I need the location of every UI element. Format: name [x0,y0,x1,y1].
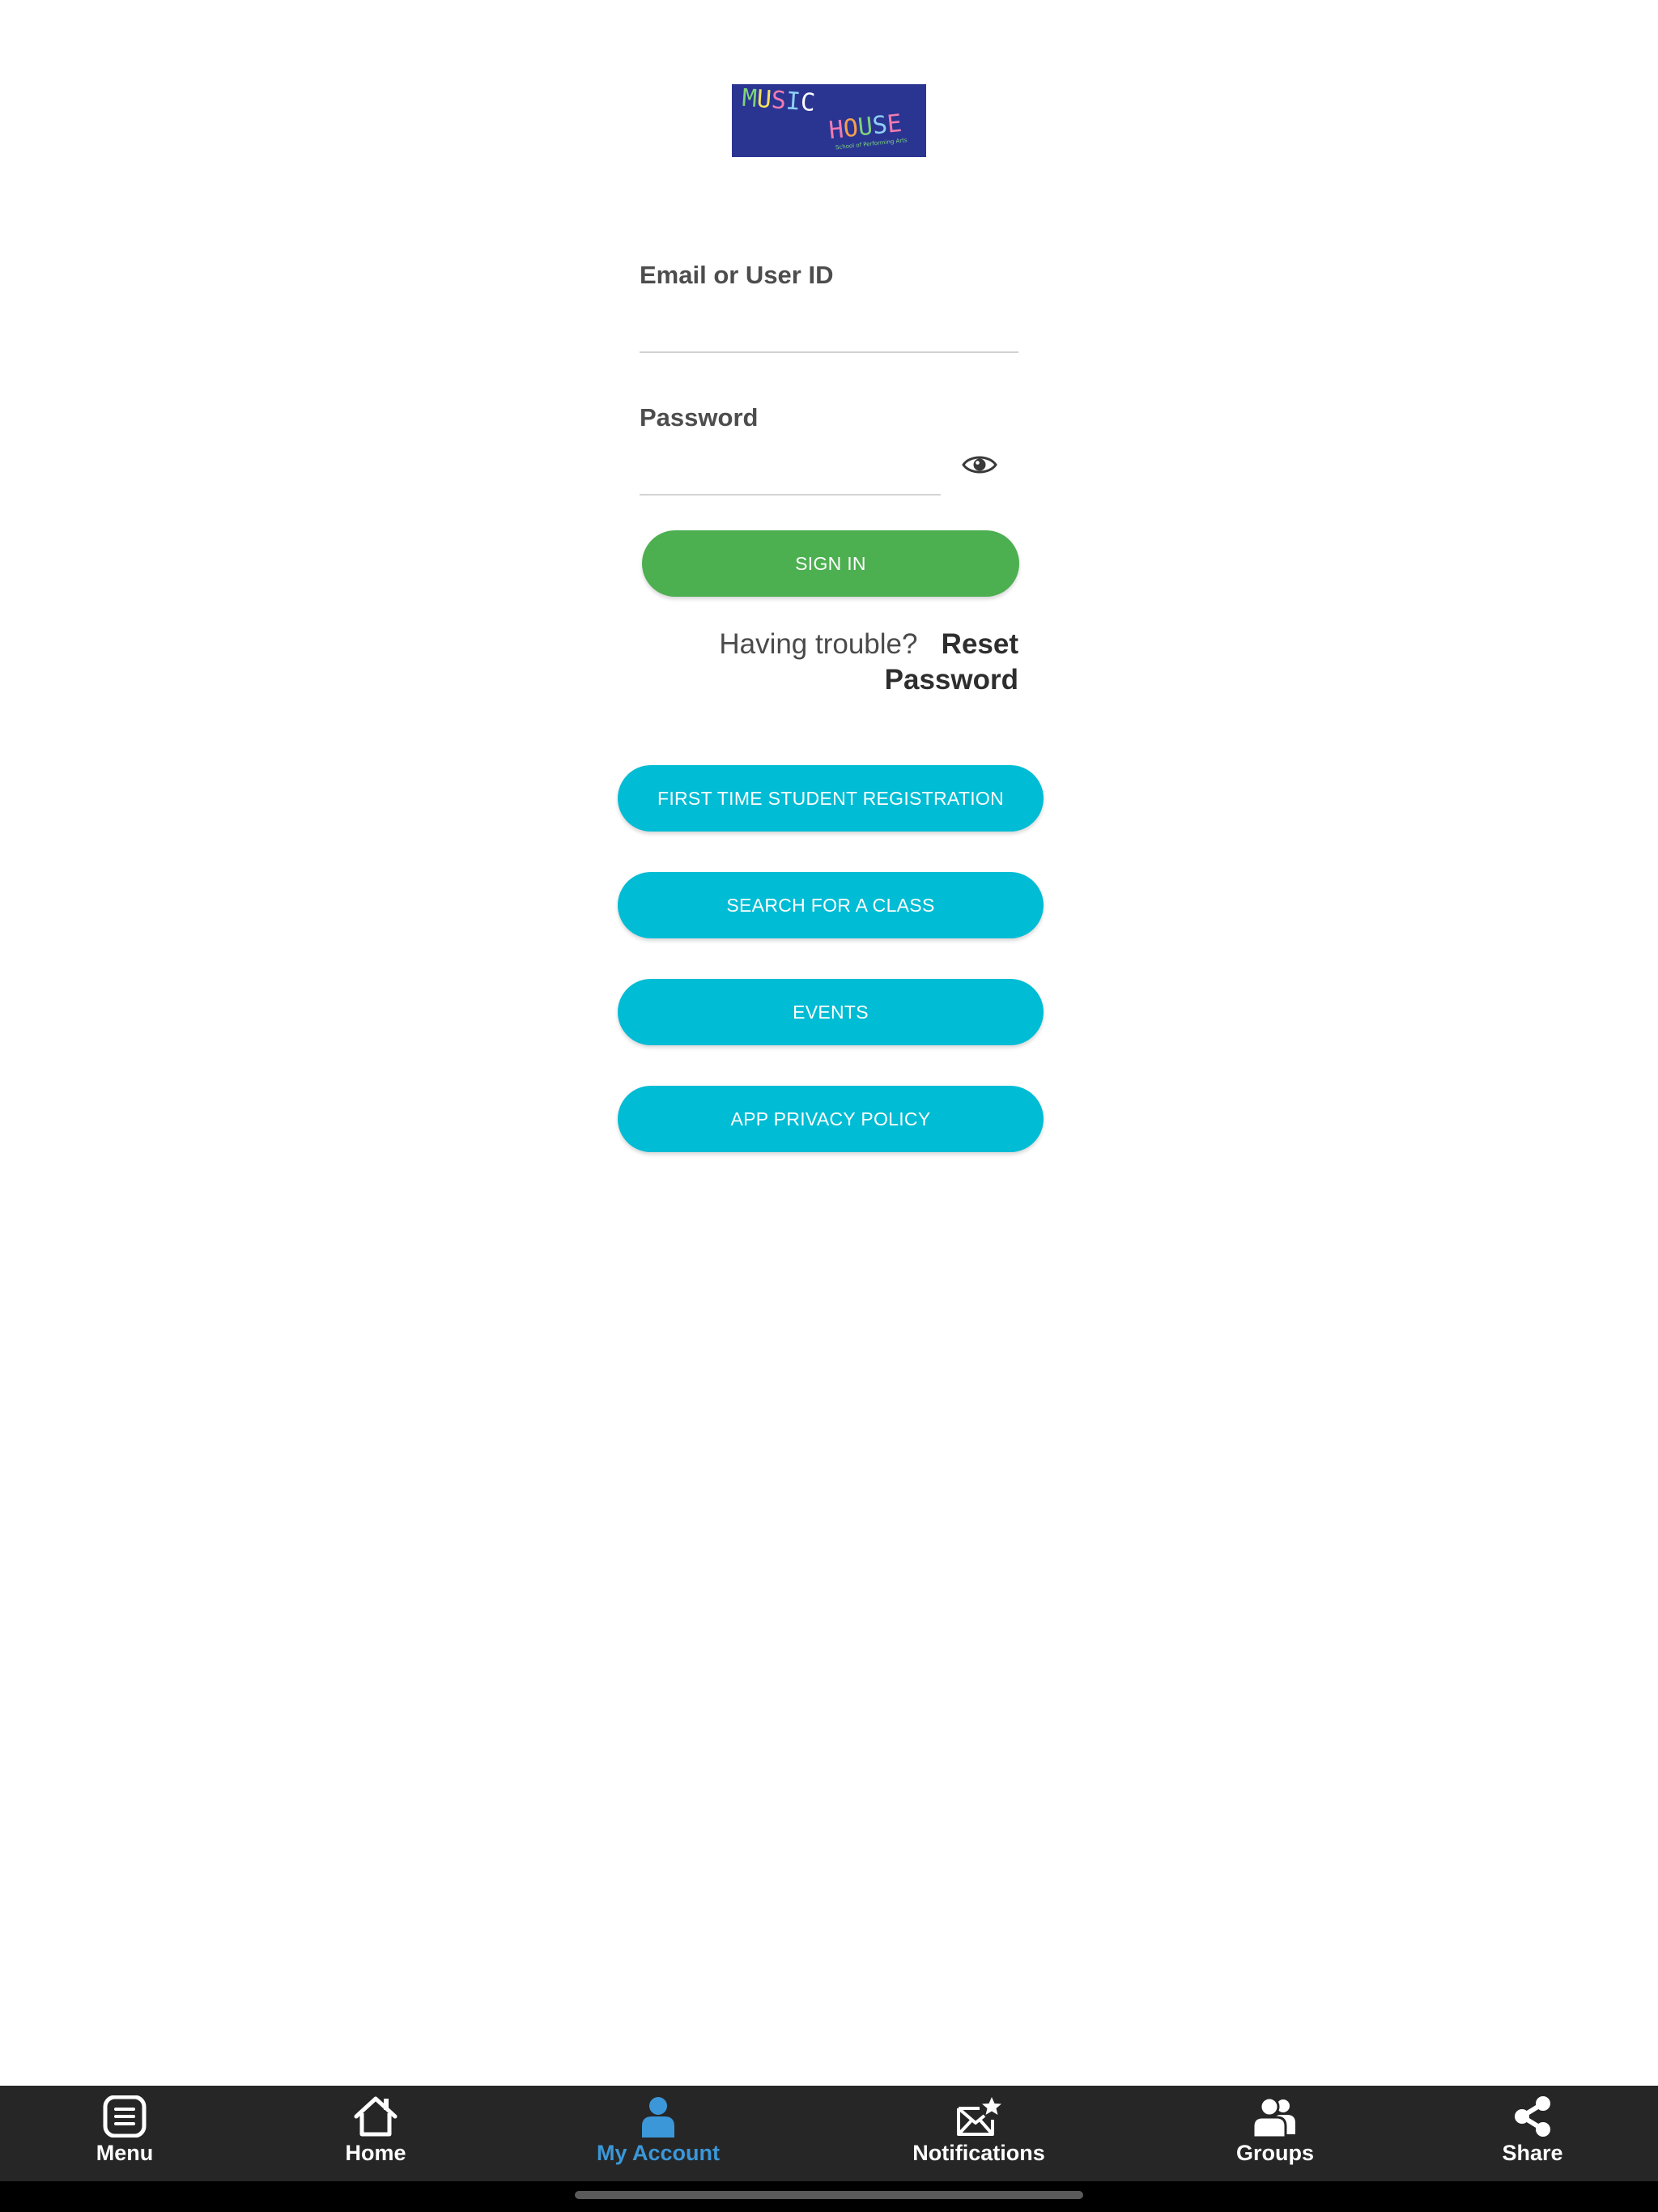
groups-icon [1252,2095,1299,2138]
password-input[interactable] [640,447,941,496]
tab-home[interactable]: Home [278,2095,473,2176]
events-button[interactable]: EVENTS [618,979,1044,1045]
trouble-row: Having trouble? Reset Password [630,627,1018,698]
trouble-text: Having trouble? [719,628,918,660]
privacy-policy-button[interactable]: APP PRIVACY POLICY [618,1086,1044,1152]
tab-notifications[interactable]: Notifications [882,2095,1076,2176]
logo-graphic: MUSIC HOUSE School of Performing Arts [732,84,926,157]
tab-share[interactable]: Share [1435,2095,1630,2176]
user-icon [635,2095,682,2138]
password-label: Password [640,403,759,432]
home-icon [352,2095,399,2138]
login-screen: MUSIC HOUSE School of Performing Arts Em… [0,0,1658,2212]
eye-icon[interactable] [962,450,997,479]
tab-my-account-label: My Account [596,2141,720,2165]
tab-menu-label: Menu [96,2141,154,2165]
tab-groups[interactable]: Groups [1178,2095,1372,2176]
email-input[interactable] [640,304,1018,353]
music-house-logo: MUSIC HOUSE School of Performing Arts [732,84,926,157]
tab-menu[interactable]: Menu [28,2095,222,2176]
svg-text:MUSIC: MUSIC [742,84,817,117]
tab-my-account[interactable]: My Account [561,2095,755,2176]
search-class-button[interactable]: SEARCH FOR A CLASS [618,872,1044,938]
envelope-star-icon [955,2095,1002,2138]
home-indicator[interactable] [575,2191,1083,2199]
first-time-registration-button[interactable]: FIRST TIME STUDENT REGISTRATION [618,765,1044,832]
tab-notifications-label: Notifications [912,2141,1045,2165]
tab-share-label: Share [1502,2141,1563,2165]
share-icon [1509,2095,1556,2138]
email-label: Email or User ID [640,261,834,289]
tab-home-label: Home [345,2141,406,2165]
tab-groups-label: Groups [1235,2141,1314,2165]
sign-in-button[interactable]: SIGN IN [642,530,1019,597]
menu-icon [101,2095,148,2138]
